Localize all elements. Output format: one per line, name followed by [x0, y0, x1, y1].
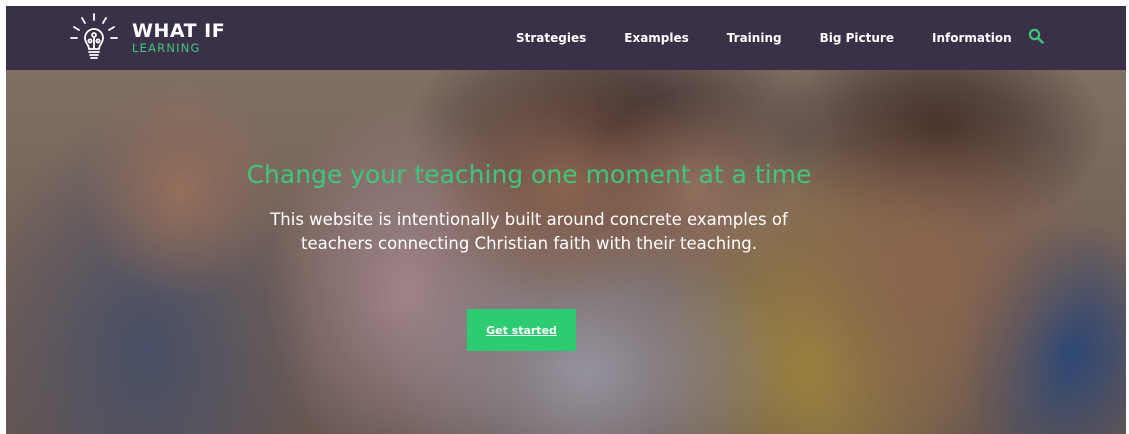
search-icon[interactable]	[1028, 28, 1044, 44]
hero-subtitle-line-1: This website is intentionally built arou…	[270, 210, 788, 229]
site-header: WHAT IF LEARNING Strategies Examples Tra…	[6, 6, 1126, 70]
nav-item-information[interactable]: Information	[932, 31, 1012, 45]
get-started-button[interactable]: Get started	[467, 309, 576, 351]
hero-subtitle-line-2: teachers connecting Christian faith with…	[300, 234, 758, 253]
site-logo[interactable]: WHAT IF LEARNING	[68, 12, 225, 64]
logo-subtitle: LEARNING	[132, 40, 201, 55]
lightbulb-icon	[70, 13, 118, 59]
page: WHAT IF LEARNING Strategies Examples Tra…	[0, 0, 1129, 434]
nav-item-training[interactable]: Training	[727, 31, 782, 45]
hero-section: Change your teaching one moment at a tim…	[6, 70, 1126, 434]
nav-item-big-picture[interactable]: Big Picture	[820, 31, 894, 45]
logo-title: WHAT IF	[132, 19, 226, 42]
hero-title: Change your teaching one moment at a tim…	[246, 160, 812, 189]
hero-subtitle: This website is intentionally built arou…	[6, 208, 1052, 256]
nav-item-strategies[interactable]: Strategies	[516, 31, 586, 45]
main-nav: Strategies Examples Training Big Picture…	[516, 6, 1044, 70]
logo-wordmark: WHAT IF LEARNING	[132, 19, 226, 55]
nav-item-examples[interactable]: Examples	[624, 31, 689, 45]
